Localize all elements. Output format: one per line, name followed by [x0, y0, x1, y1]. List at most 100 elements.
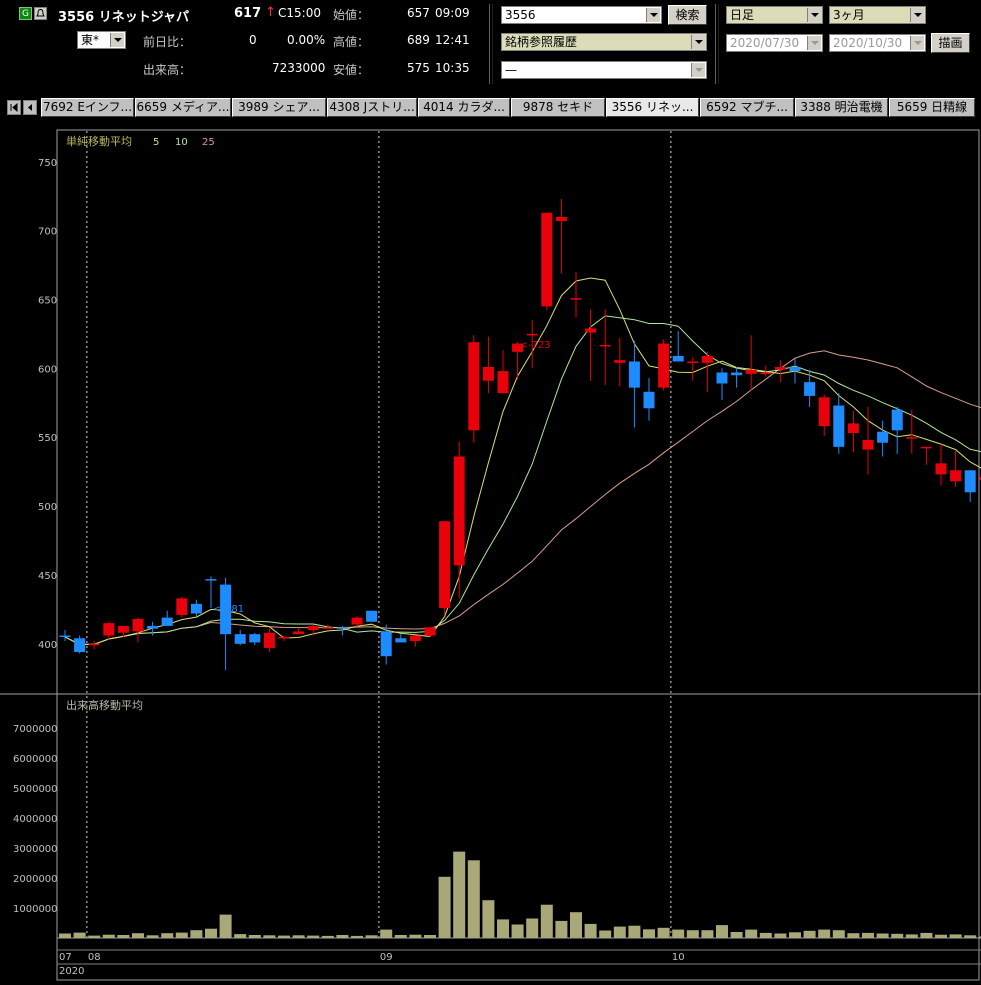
tab-3388[interactable]: 3388 明治電機: [795, 98, 888, 117]
volume-tick-label: 3000000: [13, 844, 58, 855]
candle-body: [234, 634, 246, 644]
market-select[interactable]: 東*: [77, 31, 126, 49]
volume-bar: [248, 935, 261, 938]
chevron-down-icon[interactable]: [910, 8, 924, 22]
volume-bar: [964, 935, 977, 938]
volume-bar: [263, 935, 276, 938]
open-time: 09:09: [435, 6, 470, 20]
history-value: 銘柄参照履歴: [505, 35, 578, 49]
change-value: 0: [249, 33, 257, 47]
tab-9878[interactable]: 9878 セキド: [511, 98, 605, 117]
sub-select-value: —: [505, 63, 517, 77]
volume-bar: [146, 935, 159, 938]
candle-body: [278, 636, 290, 639]
chevron-down-icon[interactable]: [691, 35, 705, 49]
high-label: 高値：: [333, 35, 370, 49]
chevron-down-icon[interactable]: [646, 8, 660, 22]
volume-bar: [599, 930, 612, 938]
candle-body: [555, 216, 567, 221]
candle-body: [88, 643, 100, 646]
y-tick-label: 700: [38, 227, 57, 238]
volume-bar: [497, 919, 509, 938]
tab-6659[interactable]: 6659 メディア...: [135, 98, 231, 117]
bell-icon[interactable]: [34, 7, 47, 20]
ma5-label: 5: [153, 137, 159, 148]
volume-bar: [672, 929, 685, 938]
volume-bar: [555, 920, 568, 938]
volume-bar: [628, 925, 641, 938]
candle-body: [833, 405, 845, 447]
search-button[interactable]: 検索: [668, 5, 707, 25]
chevron-down-icon[interactable]: [910, 36, 924, 50]
candle-body: [526, 333, 538, 336]
volume-bar: [789, 932, 801, 938]
stock-search-input[interactable]: 3556: [501, 6, 662, 24]
stock-name: 3556 リネットジャパ: [58, 10, 190, 25]
period-value: 日足: [730, 8, 755, 22]
tab-6592[interactable]: 6592 マブチ...: [700, 98, 794, 117]
volume-bar: [336, 935, 349, 938]
volume-bar: [175, 932, 188, 938]
volume-tick-label: 7000000: [13, 724, 58, 735]
volume-bar: [394, 935, 407, 938]
chevron-down-icon[interactable]: [691, 63, 705, 77]
candle-body: [307, 625, 319, 631]
candle-body: [293, 631, 305, 635]
candle-body: [322, 627, 334, 629]
candle-body: [336, 627, 348, 629]
tab-4308[interactable]: 4308 Jストリ...: [327, 98, 417, 117]
volume-bar: [774, 933, 787, 938]
volume-bar: [701, 930, 714, 938]
range-select[interactable]: 3ヶ月: [829, 6, 926, 24]
history-select[interactable]: 銘柄参照履歴: [501, 33, 707, 51]
tab-3989[interactable]: 3989 シェア...: [232, 98, 326, 117]
current-price: 617: [234, 6, 262, 21]
tab-3556[interactable]: 3556 リネッ...: [606, 98, 699, 117]
candle-body: [424, 627, 436, 636]
date-to-input[interactable]: 2020/10/30: [829, 34, 926, 52]
date-from-input[interactable]: 2020/07/30: [726, 34, 823, 52]
volume-bar: [453, 851, 466, 938]
sub-select[interactable]: —: [501, 61, 707, 79]
first-tab-icon[interactable]: [7, 100, 21, 115]
tab-4014[interactable]: 4014 カラダ...: [418, 98, 510, 117]
prev-tab-icon[interactable]: [23, 100, 37, 115]
volume-bar: [380, 929, 393, 938]
candle-body: [964, 470, 976, 493]
candle-body: [716, 372, 728, 384]
candle-body: [614, 360, 626, 363]
volume-bar: [292, 935, 305, 938]
volume-bar: [102, 934, 115, 938]
chevron-down-icon[interactable]: [110, 33, 124, 47]
g-icon[interactable]: G: [19, 7, 32, 20]
candle-body: [570, 298, 582, 300]
tab-5659[interactable]: 5659 日精線: [889, 98, 975, 117]
draw-button[interactable]: 描画: [931, 33, 970, 53]
period-select[interactable]: 日足: [726, 6, 823, 24]
volume-bar: [190, 930, 203, 938]
quote-header: G 3556 リネットジャパ 617 ↑ C15:00 東* 前日比： 0 0.…: [0, 0, 981, 94]
volume-bar: [351, 935, 363, 938]
volume-tick-label: 6000000: [13, 754, 58, 765]
ma10-line: [64, 315, 981, 646]
candle-body: [745, 369, 757, 374]
ma5-line: [64, 277, 981, 646]
candle-body: [409, 635, 421, 642]
volume-bar: [643, 929, 655, 938]
candle-body: [950, 470, 962, 482]
tab-7692[interactable]: 7692 Eインフ...: [41, 98, 134, 117]
chevron-down-icon[interactable]: [807, 8, 821, 22]
volume-bar: [832, 930, 845, 938]
candle-body: [687, 361, 699, 363]
candlestick-chart[interactable]: 400 450 500 550 600 650 700 750 <-723 <-381 単純移動平均…: [0, 128, 981, 982]
candle-body: [497, 371, 509, 394]
market-value: 東*: [81, 33, 100, 47]
volume-bar: [161, 933, 174, 938]
chevron-down-icon[interactable]: [807, 36, 821, 50]
open-label: 始値：: [333, 8, 370, 22]
volume-bar: [657, 927, 670, 938]
low-time: 10:35: [435, 61, 470, 75]
volume-bar: [876, 933, 889, 938]
volume-bar: [365, 935, 378, 938]
volume-bar: [88, 935, 101, 938]
